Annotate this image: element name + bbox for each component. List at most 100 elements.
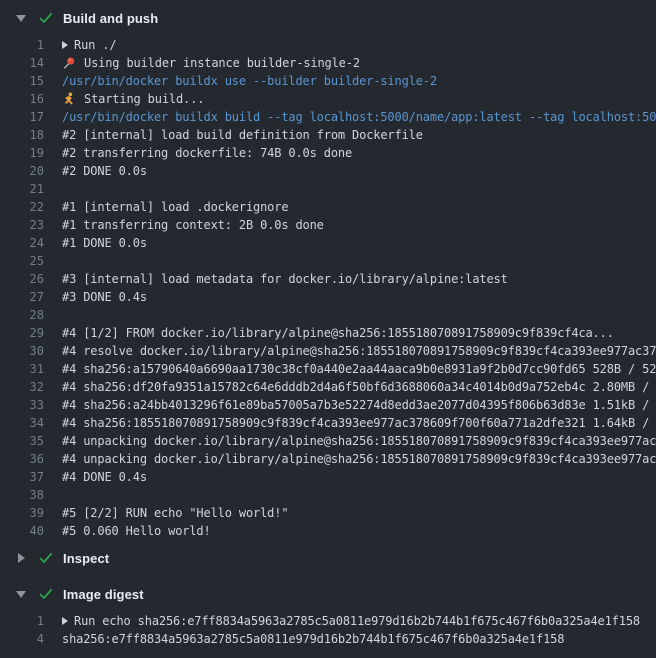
chevron-glyph: [18, 553, 25, 563]
line-number[interactable]: 40: [0, 522, 44, 540]
log-line: 25: [0, 252, 656, 270]
line-number[interactable]: 1: [0, 36, 44, 54]
log-text: #1 [internal] load .dockerignore: [62, 198, 288, 216]
line-number[interactable]: 36: [0, 450, 44, 468]
line-number[interactable]: 31: [0, 360, 44, 378]
log-text: #2 DONE 0.0s: [62, 162, 147, 180]
log-lines-build-and-push: 1 Run ./ 14 Using builder instance builder-…: [0, 36, 656, 540]
line-number[interactable]: 32: [0, 378, 44, 396]
line-number[interactable]: 37: [0, 468, 44, 486]
log-text: #4 DONE 0.4s: [62, 468, 147, 486]
log-text: #1 transferring context: 2B 0.0s done: [62, 216, 324, 234]
log-text: Run echo sha256:e7ff8834a5963a2785c5a081…: [74, 612, 640, 630]
log-viewer: Build and push1Run ./14Using builder ins…: [0, 0, 656, 658]
log-content: sha256:e7ff8834a5963a2785c5a0811e979d16b…: [62, 630, 564, 648]
log-text: #4 unpacking docker.io/library/alpine@sh…: [62, 432, 656, 450]
log-content: #4 unpacking docker.io/library/alpine@sh…: [62, 450, 656, 468]
log-content: #1 DONE 0.0s: [62, 234, 147, 252]
chevron-glyph: [16, 15, 26, 22]
log-content: #4 resolve docker.io/library/alpine@sha2…: [62, 342, 656, 360]
line-number[interactable]: 28: [0, 306, 44, 324]
section-title-inspect: Inspect: [63, 551, 109, 566]
log-content: #4 sha256:185518070891758909c9f839cf4ca3…: [62, 414, 656, 432]
log-line: 34 #4 sha256:185518070891758909c9f839cf4c…: [0, 414, 656, 432]
line-number[interactable]: 38: [0, 486, 44, 504]
line-number[interactable]: 22: [0, 198, 44, 216]
log-content: #2 [internal] load build definition from…: [62, 126, 423, 144]
log-text: Run ./: [74, 36, 116, 54]
log-line: 15/usr/bin/docker buildx use --builder b…: [0, 72, 656, 90]
log-content: /usr/bin/docker buildx use --builder bui…: [62, 72, 437, 90]
log-content: #4 sha256:a24bb4013296f61e89ba57005a7b3e…: [62, 396, 656, 414]
log-line: 30 #4 resolve docker.io/library/alpine@sh…: [0, 342, 656, 360]
line-number[interactable]: 21: [0, 180, 44, 198]
log-text: #3 [internal] load metadata for docker.i…: [62, 270, 508, 288]
line-number[interactable]: 15: [0, 72, 44, 90]
line-number[interactable]: 39: [0, 504, 44, 522]
line-number[interactable]: 24: [0, 234, 44, 252]
section-header-build-and-push[interactable]: Build and push: [0, 0, 656, 36]
line-number[interactable]: 35: [0, 432, 44, 450]
log-line: 31 #4 sha256:a15790640a6690aa1730c38cf0a4…: [0, 360, 656, 378]
log-text: #2 [internal] load build definition from…: [62, 126, 423, 144]
log-line: 14 Using builder instance builder-single-…: [0, 54, 656, 72]
line-number[interactable]: 23: [0, 216, 44, 234]
log-text: #4 [1/2] FROM docker.io/library/alpine@s…: [62, 324, 614, 342]
line-number[interactable]: 18: [0, 126, 44, 144]
section-header-image-digest[interactable]: Image digest: [0, 576, 656, 612]
line-number[interactable]: 26: [0, 270, 44, 288]
log-content: #1 [internal] load .dockerignore: [62, 198, 288, 216]
log-lines-image-digest: 1 Run echo sha256:e7ff8834a5963a2785c5a08…: [0, 612, 656, 648]
line-number[interactable]: 29: [0, 324, 44, 342]
log-line: 39#5 [2/2] RUN echo "Hello world!": [0, 504, 656, 522]
log-line: 23 #1 transferring context: 2B 0.0s done: [0, 216, 656, 234]
log-text: #4 sha256:a15790640a6690aa1730c38cf0a440…: [62, 360, 656, 378]
section-header-inspect[interactable]: Inspect: [0, 540, 656, 576]
log-content: #4 sha256:df20fa9351a15782c64e6dddb2d4a6…: [62, 378, 656, 396]
line-number[interactable]: 34: [0, 414, 44, 432]
line-number[interactable]: 30: [0, 342, 44, 360]
log-text: Starting build...: [84, 90, 204, 108]
section-title-build-and-push: Build and push: [63, 11, 158, 26]
line-number[interactable]: 20: [0, 162, 44, 180]
log-line: 40#5 0.060 Hello world!: [0, 522, 656, 540]
line-number[interactable]: 16: [0, 90, 44, 108]
log-text: Using builder instance builder-single-2: [84, 54, 360, 72]
line-number[interactable]: 19: [0, 144, 44, 162]
line-number[interactable]: 25: [0, 252, 44, 270]
log-content: Starting build...: [62, 90, 204, 108]
log-content: /usr/bin/docker buildx build --tag local…: [62, 108, 656, 126]
log-content: #4 DONE 0.4s: [62, 468, 147, 486]
log-line: 21: [0, 180, 656, 198]
log-text: /usr/bin/docker buildx build --tag local…: [62, 108, 656, 126]
log-line: 22 #1 [internal] load .dockerignore: [0, 198, 656, 216]
pushpin-icon: [62, 56, 76, 70]
log-content: #3 DONE 0.4s: [62, 288, 147, 306]
log-content: #4 unpacking docker.io/library/alpine@sh…: [62, 432, 656, 450]
log-text: #4 sha256:a24bb4013296f61e89ba57005a7b3e…: [62, 396, 656, 414]
line-number[interactable]: 17: [0, 108, 44, 126]
log-content: #2 DONE 0.0s: [62, 162, 147, 180]
chevron-down-icon[interactable]: [16, 15, 26, 22]
check-icon: [38, 586, 54, 602]
line-number[interactable]: 4: [0, 630, 44, 648]
play-triangle-icon[interactable]: [62, 617, 68, 625]
chevron-right-icon[interactable]: [16, 553, 26, 563]
play-triangle-icon[interactable]: [62, 41, 68, 49]
log-text: #1 DONE 0.0s: [62, 234, 147, 252]
line-number[interactable]: 14: [0, 54, 44, 72]
log-text: #4 unpacking docker.io/library/alpine@sh…: [62, 450, 656, 468]
log-line: 28: [0, 306, 656, 324]
log-line: 37 #4 DONE 0.4s: [0, 468, 656, 486]
runner-icon: [62, 92, 76, 106]
log-line: 29 #4 [1/2] FROM docker.io/library/alpine…: [0, 324, 656, 342]
line-number[interactable]: 33: [0, 396, 44, 414]
chevron-down-icon[interactable]: [16, 591, 26, 598]
log-text: #3 DONE 0.4s: [62, 288, 147, 306]
log-line: 27 #3 DONE 0.4s: [0, 288, 656, 306]
log-content: #1 transferring context: 2B 0.0s done: [62, 216, 324, 234]
log-text: /usr/bin/docker buildx use --builder bui…: [62, 72, 437, 90]
log-line: 35 #4 unpacking docker.io/library/alpine@…: [0, 432, 656, 450]
line-number[interactable]: 1: [0, 612, 44, 630]
line-number[interactable]: 27: [0, 288, 44, 306]
